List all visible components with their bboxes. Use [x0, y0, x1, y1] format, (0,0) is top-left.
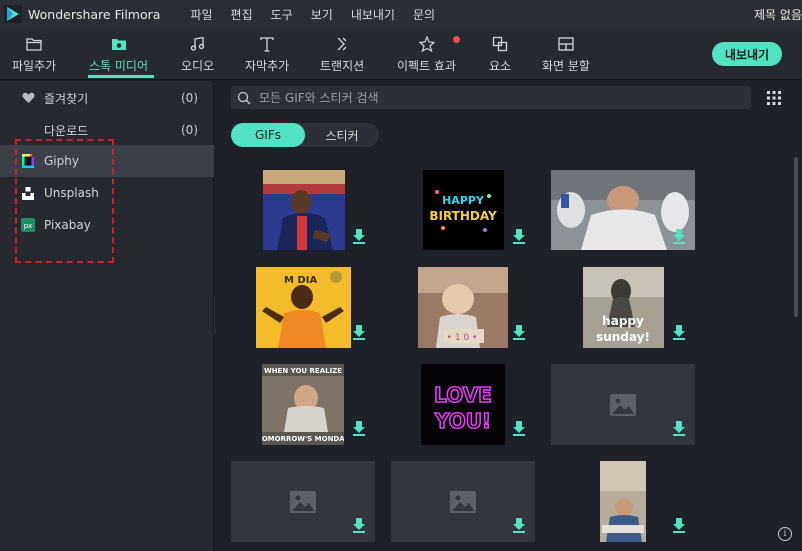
- search-input[interactable]: [259, 90, 729, 105]
- image-placeholder-icon: [610, 393, 636, 416]
- love-you-gif[interactable]: LOVE YOU!: [421, 364, 505, 445]
- menu-file[interactable]: 파일: [190, 6, 212, 23]
- search-bar: [231, 86, 751, 109]
- download-icon[interactable]: [671, 517, 687, 533]
- menu-view[interactable]: 보기: [311, 6, 333, 23]
- vertical-scrollbar[interactable]: [794, 157, 798, 317]
- menu-tools[interactable]: 도구: [271, 6, 293, 23]
- tool-stock-media[interactable]: 스톡 미디어: [89, 34, 148, 74]
- svg-text:BIRTHDAY: BIRTHDAY: [429, 209, 497, 223]
- tool-label: 이펙트 효과: [397, 59, 457, 73]
- media-browser: GIFs 스티커 HAPPY BIRTHDAY: [215, 81, 802, 551]
- effects-icon: [418, 34, 435, 54]
- download-icon[interactable]: [351, 228, 367, 244]
- tab-stickers[interactable]: 스티커: [305, 123, 379, 147]
- project-title: 제목 없음: [754, 8, 802, 22]
- tool-add-files[interactable]: 파일추가: [12, 34, 56, 74]
- sidebar-item-label: 즐겨찾기: [44, 91, 89, 106]
- tool-label: 요소: [489, 59, 512, 73]
- app-name: Wondershare Filmora: [28, 6, 161, 22]
- svg-text:HAPPY: HAPPY: [442, 194, 485, 207]
- search-icon: [237, 91, 251, 104]
- tool-label: 파일추가: [12, 59, 57, 73]
- download-icon[interactable]: [671, 420, 687, 436]
- filmora-logo-icon: [4, 5, 22, 23]
- tool-split-screen[interactable]: 화면 분할: [542, 34, 590, 74]
- svg-text:sunday!: sunday!: [596, 330, 650, 344]
- sleeping-man-gif[interactable]: [600, 461, 646, 542]
- download-icon[interactable]: [671, 228, 687, 244]
- tool-add-text[interactable]: 자막추가: [245, 34, 289, 74]
- tab-gifs[interactable]: GIFs: [231, 123, 305, 147]
- export-button[interactable]: 내보내기: [712, 42, 782, 66]
- title-bar: Wondershare Filmora 파일 편집 도구 보기 내보내기 문의 …: [0, 0, 802, 28]
- soccer-player-gif[interactable]: [263, 170, 345, 250]
- tool-transition[interactable]: 트랜지션: [320, 34, 364, 74]
- media-type-tabs: GIFs 스티커: [231, 123, 379, 147]
- heart-icon: [20, 90, 36, 106]
- happy-sunday-gif[interactable]: happy sunday!: [583, 267, 664, 348]
- stock-media-folder-icon: [111, 34, 127, 54]
- menu-help[interactable]: 문의: [413, 6, 435, 23]
- tool-label: 화면 분할: [542, 59, 590, 73]
- downloads-count: (0): [181, 123, 198, 137]
- sidebar-item-favorites[interactable]: 즐겨찾기 (0): [0, 82, 214, 114]
- svg-text:WHEN YOU REALIZE: WHEN YOU REALIZE: [264, 367, 342, 375]
- download-icon[interactable]: [511, 420, 527, 436]
- blank-icon: [20, 122, 36, 138]
- svg-text:YOU!: YOU!: [434, 409, 491, 433]
- folder-icon: [26, 34, 42, 54]
- grid-view-icon[interactable]: [767, 91, 781, 108]
- image-placeholder-icon: [450, 490, 476, 513]
- download-icon[interactable]: [671, 324, 687, 340]
- happy-birthday-gif[interactable]: HAPPY BIRTHDAY: [423, 170, 504, 250]
- tool-elements[interactable]: 요소: [489, 34, 511, 74]
- menu-export[interactable]: 내보내기: [351, 6, 395, 23]
- tool-label: 스톡 미디어: [89, 59, 149, 73]
- tomorrow-monday-meme-gif[interactable]: WHEN YOU REALIZE TOMORROW'S MONDAY: [262, 364, 344, 445]
- svg-text:LOVE: LOVE: [434, 383, 492, 407]
- menu-bar: 파일 편집 도구 보기 내보내기 문의: [190, 6, 453, 23]
- transition-icon: [334, 34, 350, 54]
- favorites-count: (0): [181, 91, 198, 105]
- download-icon[interactable]: [511, 228, 527, 244]
- svg-text:• 1 0 •: • 1 0 •: [447, 333, 478, 343]
- svg-text:happy: happy: [602, 314, 644, 328]
- active-tab-indicator: [88, 75, 154, 78]
- notification-dot: [453, 36, 460, 43]
- music-note-icon: [190, 34, 206, 54]
- info-icon[interactable]: i: [778, 527, 792, 541]
- dancing-woman-gif[interactable]: M DIA: [256, 267, 351, 348]
- text-T-icon: [260, 34, 274, 54]
- download-icon[interactable]: [351, 517, 367, 533]
- split-screen-icon: [558, 34, 574, 54]
- tool-effects[interactable]: 이펙트 효과: [397, 34, 456, 74]
- tool-label: 오디오: [181, 59, 215, 73]
- svg-text:M DIA: M DIA: [284, 275, 317, 286]
- highlight-annotation-box: [15, 139, 114, 263]
- image-placeholder-icon: [290, 490, 316, 513]
- download-icon[interactable]: [511, 517, 527, 533]
- menu-edit[interactable]: 편집: [231, 6, 253, 23]
- download-icon[interactable]: [511, 324, 527, 340]
- elements-icon: [492, 34, 508, 54]
- laughing-baby-gif[interactable]: • 1 0 •: [418, 267, 508, 348]
- download-icon[interactable]: [351, 324, 367, 340]
- download-icon[interactable]: [351, 420, 367, 436]
- tool-label: 자막추가: [245, 59, 290, 73]
- main-toolbar: 파일추가 스톡 미디어 오디오 자막추가 트랜지션 이펙트 효과 요소 화면 분…: [0, 28, 802, 80]
- svg-text:TOMORROW'S MONDAY: TOMORROW'S MONDAY: [262, 435, 344, 443]
- tool-audio[interactable]: 오디오: [181, 34, 214, 74]
- tool-label: 트랜지션: [320, 59, 365, 73]
- sidebar-item-label: 다운로드: [44, 123, 89, 138]
